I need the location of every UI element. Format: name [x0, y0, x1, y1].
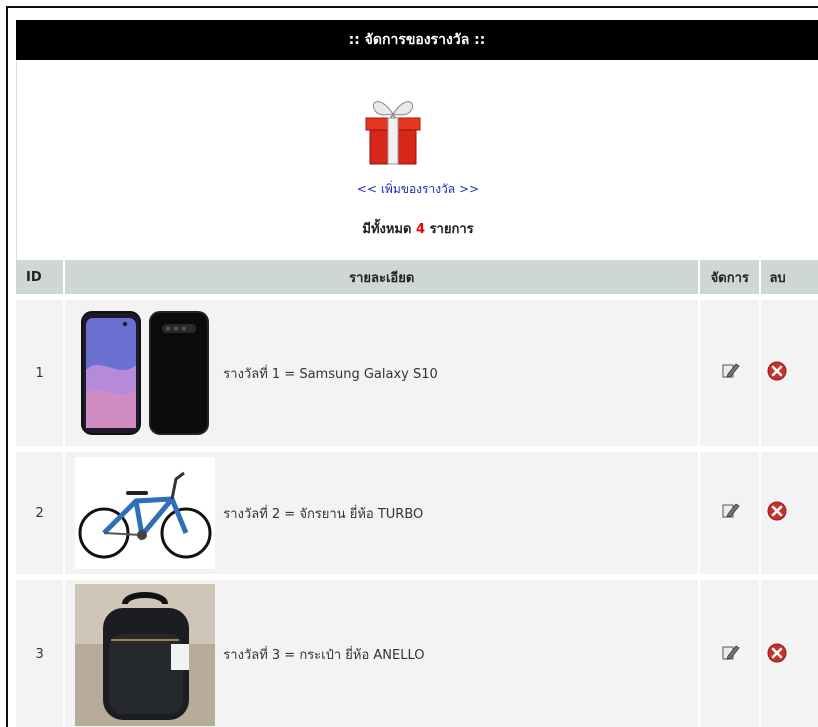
page-title-text: :: จัดการของรางวัล :: [348, 32, 486, 48]
row-id: 2 [16, 446, 66, 577]
count-prefix: มีทั้งหมด [362, 222, 412, 237]
delete-icon[interactable] [767, 643, 787, 667]
prize-count: มีทั้งหมด 4 รายการ [17, 218, 818, 239]
prize-text: รางวัลที่ 3 = กระเป๋า ยี่ห้อ ANELLO [223, 648, 425, 663]
row-delete [760, 574, 818, 727]
header-manage: จัดการ [699, 260, 762, 297]
row-manage [699, 294, 762, 449]
intro-panel: << เพิ่มของรางวัล >> มีทั้งหมด 4 รายการ [16, 60, 818, 260]
table-row: 2 รางวัลที่ 2 = จักรยาน ยี่ห้อ TURBO [16, 446, 818, 577]
table-row: 3 รางวัลที่ 3 = กระเป๋า ยี่ห้อ ANELLO [16, 574, 818, 727]
prize-table: ID รายละเอียด จัดการ ลบ 1 รางวัลที่ 1 = … [16, 260, 818, 727]
table-row: 1 รางวัลที่ 1 = Samsung Galaxy S10 [16, 294, 818, 449]
count-value: 4 [415, 222, 426, 237]
edit-icon[interactable] [720, 362, 740, 384]
row-id: 1 [16, 294, 66, 449]
bicycle-image [75, 457, 216, 569]
count-suffix: รายการ [429, 222, 474, 237]
edit-icon[interactable] [720, 502, 740, 524]
row-delete [760, 446, 818, 577]
delete-icon[interactable] [767, 361, 787, 385]
top-margin [8, 8, 818, 20]
prize-text: รางวัลที่ 1 = Samsung Galaxy S10 [223, 366, 438, 382]
table-header-row: ID รายละเอียด จัดการ ลบ [16, 260, 818, 297]
edit-icon[interactable] [720, 644, 740, 666]
header-detail: รายละเอียด [64, 260, 701, 297]
backpack-image [75, 583, 216, 726]
add-prize-link[interactable]: << เพิ่มของรางวัล >> [17, 180, 818, 199]
smartphone-image [75, 310, 215, 436]
delete-icon[interactable] [767, 501, 787, 525]
header-delete: ลบ [760, 260, 818, 297]
page-frame: :: จัดการของรางวัล :: << เพิ่มของรางวัล … [6, 6, 818, 727]
row-manage [699, 574, 762, 727]
header-id: ID [16, 260, 66, 297]
prize-text: รางวัลที่ 2 = จักรยาน ยี่ห้อ TURBO [223, 506, 424, 522]
row-detail: รางวัลที่ 2 = จักรยาน ยี่ห้อ TURBO [64, 446, 701, 577]
gift-icon [362, 92, 424, 166]
row-id: 3 [16, 574, 66, 727]
row-manage [699, 446, 762, 577]
row-detail: รางวัลที่ 1 = Samsung Galaxy S10 [64, 294, 701, 449]
row-delete [760, 294, 818, 449]
page-title: :: จัดการของรางวัล :: [16, 20, 818, 60]
row-detail: รางวัลที่ 3 = กระเป๋า ยี่ห้อ ANELLO [64, 574, 701, 727]
